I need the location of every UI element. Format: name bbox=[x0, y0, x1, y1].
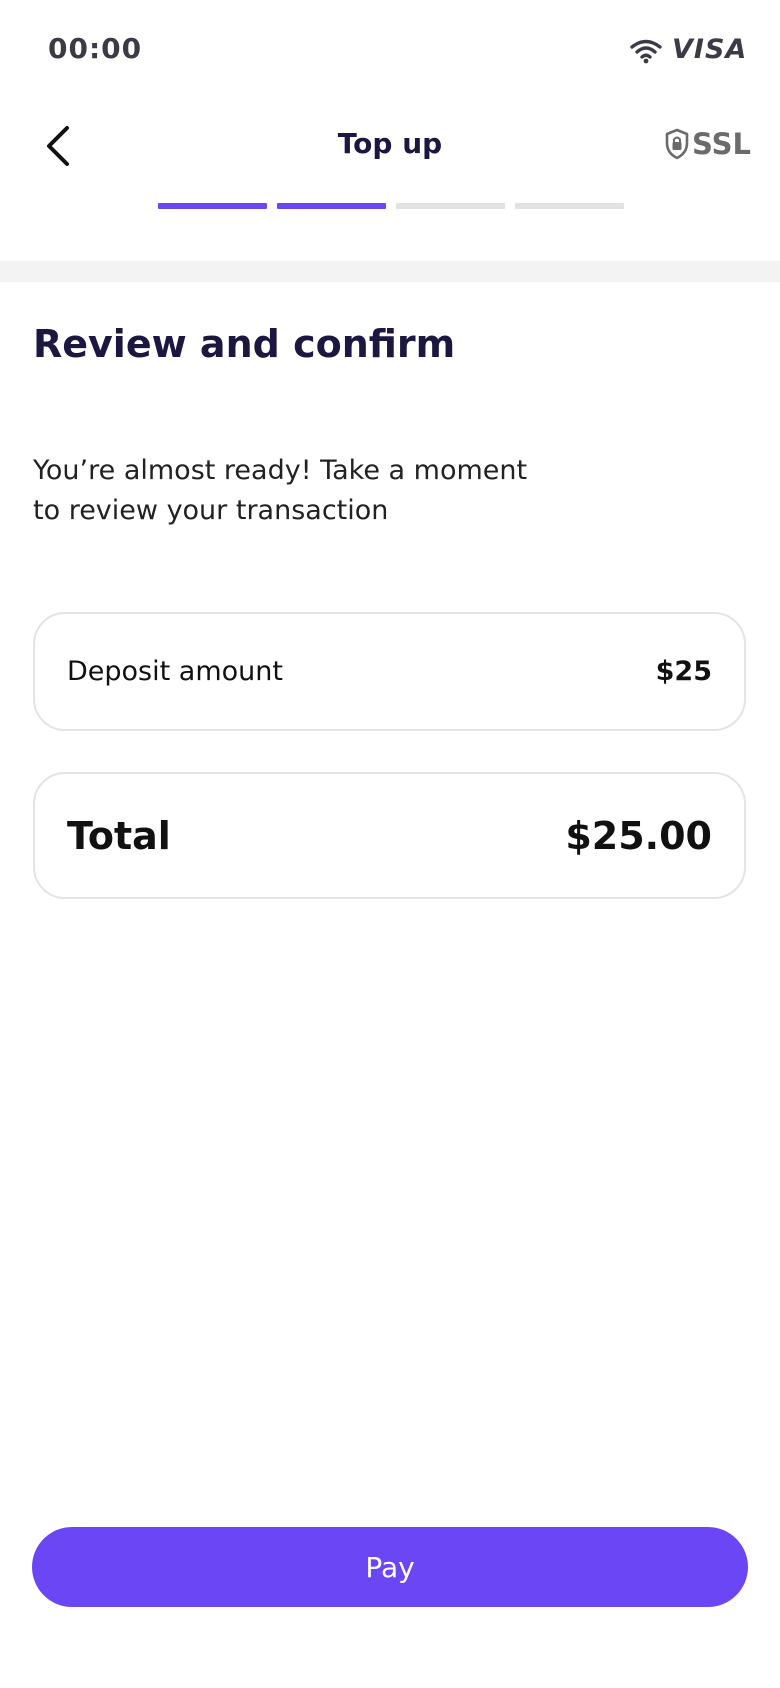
deposit-amount-value: $25 bbox=[655, 656, 712, 687]
total-card: Total $25.00 bbox=[33, 772, 746, 899]
intro-text: You’re almost ready! Take a moment to re… bbox=[33, 451, 553, 531]
wifi-icon bbox=[630, 39, 662, 64]
progress-step-2 bbox=[277, 203, 386, 209]
pay-button[interactable]: Pay bbox=[32, 1527, 748, 1607]
intro-line-2: to review your transaction bbox=[33, 495, 389, 526]
ssl-badge: SSL bbox=[664, 127, 751, 161]
section-divider bbox=[0, 261, 780, 282]
lock-shield-icon bbox=[665, 128, 689, 160]
ssl-label: SSL bbox=[692, 127, 751, 161]
progress-step-3 bbox=[396, 203, 505, 209]
progress-indicator bbox=[158, 203, 624, 209]
deposit-amount-card: Deposit amount $25 bbox=[33, 612, 746, 731]
deposit-amount-label: Deposit amount bbox=[67, 656, 283, 687]
status-bar: 00:00 VISA bbox=[0, 0, 780, 100]
status-time: 00:00 bbox=[48, 32, 143, 65]
progress-step-1 bbox=[158, 203, 267, 209]
section-heading: Review and confirm bbox=[33, 322, 456, 366]
total-label: Total bbox=[67, 813, 171, 858]
intro-line-1: You’re almost ready! Take a moment bbox=[33, 455, 528, 486]
visa-logo: VISA bbox=[672, 34, 748, 65]
page-title: Top up bbox=[337, 127, 443, 160]
progress-step-4 bbox=[515, 203, 624, 209]
total-value: $25.00 bbox=[565, 813, 712, 858]
